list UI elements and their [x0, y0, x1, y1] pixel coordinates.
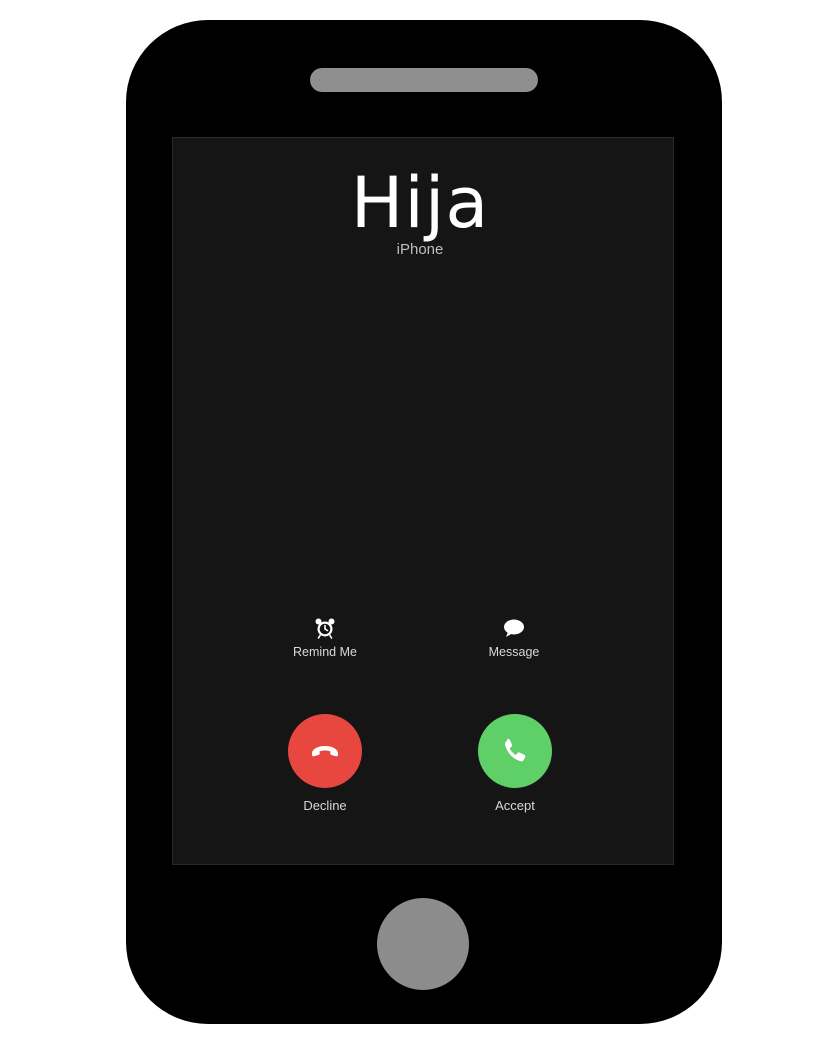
accept-button[interactable] [478, 714, 552, 788]
speech-bubble-icon [504, 619, 524, 637]
phone-icon [504, 738, 526, 762]
decline-call: Decline [255, 714, 395, 814]
alarm-clock-icon [315, 618, 335, 639]
phone-mockup: Hija iPhone Remind Me Message Decline Ac… [0, 0, 840, 1060]
remind-me-button[interactable]: Remind Me [255, 617, 395, 660]
caller-subtitle: iPhone [396, 241, 444, 258]
home-button[interactable] [377, 898, 469, 990]
earpiece-speaker [310, 68, 538, 92]
decline-label: Decline [303, 798, 347, 813]
phone-hangup-icon [312, 746, 338, 757]
accept-call: Accept [445, 714, 585, 814]
message-button[interactable]: Message [444, 617, 584, 660]
decline-button[interactable] [288, 714, 362, 788]
accept-label: Accept [495, 798, 535, 813]
message-label: Message [488, 645, 540, 659]
caller-name: Hija [350, 162, 490, 244]
remind-me-label: Remind Me [293, 645, 357, 659]
